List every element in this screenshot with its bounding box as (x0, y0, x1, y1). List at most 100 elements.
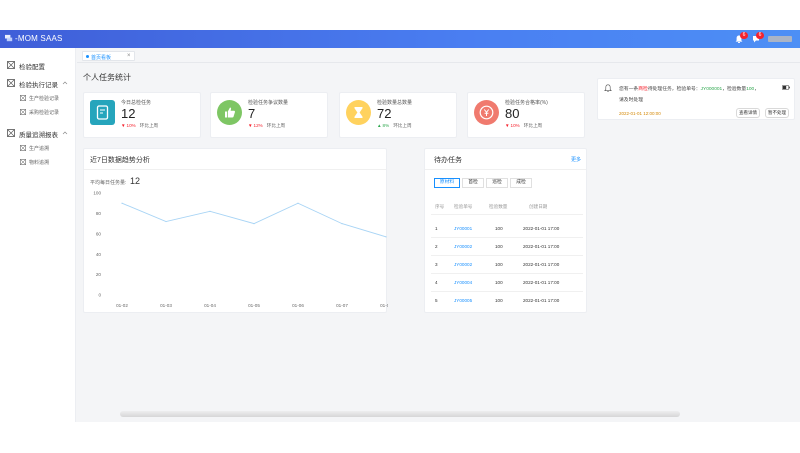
sidebar: 检验配置 检验执行记录 生产检验记录 采购检验记录 质量追溯报表 生产追溯 物料… (0, 48, 76, 422)
tab-final-inspection[interactable]: 成检 (510, 178, 532, 188)
y-tick-label: 60 (96, 231, 102, 236)
row-date: 2022-01-01 17:00 (523, 262, 560, 267)
trend-down-icon: ▼ (248, 123, 253, 128)
row-no: 5 (435, 298, 438, 303)
notice-highlight: 商检 (638, 87, 648, 92)
x-tick-label: 01-08 (380, 303, 388, 308)
chevron-up-icon (62, 131, 68, 135)
more-link[interactable]: 更多 (571, 156, 581, 163)
sidebar-item-label: 物料追溯 (29, 160, 50, 166)
data-point[interactable] (209, 210, 211, 212)
sidebar-group-inspection-config[interactable]: 检验配置 (0, 58, 76, 72)
data-point[interactable] (253, 223, 255, 225)
y-tick-label: 20 (96, 272, 102, 277)
table-row[interactable]: 3 JY00002 100 2022-01-01 17:00 (431, 257, 583, 274)
column-header: 检验数量 (489, 204, 508, 209)
row-order-link[interactable]: JY00004 (454, 280, 472, 285)
hourglass-icon (346, 100, 371, 125)
ignore-button[interactable]: 暂不处理 (765, 108, 789, 118)
row-order-link[interactable]: JY00002 (454, 262, 472, 267)
trend-compare: 环比上周 (139, 123, 159, 128)
notice-text: ， (754, 87, 760, 92)
x-tick-label: 01-05 (248, 303, 260, 308)
sidebar-group-execution-records[interactable]: 检验执行记录 (0, 76, 76, 90)
stat-value: 72 (377, 106, 392, 121)
data-point[interactable] (297, 202, 299, 204)
grid-icon (7, 129, 15, 137)
logo-icon (5, 34, 13, 42)
data-point[interactable] (385, 236, 387, 238)
table-row[interactable]: 1 JY00001 100 2022-01-01 17:00 (431, 221, 583, 238)
grid-icon (20, 95, 26, 101)
sidebar-item-label: 生产检验记录 (29, 96, 60, 102)
top-header: -MOM SAAS 6 6 (0, 30, 800, 48)
todo-title: 待办任务 (434, 157, 462, 164)
chevron-up-icon (62, 81, 68, 85)
frame-bottom (0, 422, 800, 453)
row-order-link[interactable]: JY00001 (454, 226, 472, 231)
trend-up-icon: ▲ (377, 123, 382, 128)
grid-icon (7, 79, 15, 87)
y-tick-label: 100 (93, 191, 101, 196)
tab-home[interactable]: 首页看板 × (82, 51, 135, 61)
notification-badge: 6 (740, 32, 748, 39)
user-menu[interactable] (768, 36, 792, 42)
sidebar-item-production-records[interactable]: 生产检验记录 (0, 92, 76, 104)
x-tick-label: 01-06 (292, 303, 304, 308)
stat-card-pass-rate: 检验任务合格率(%) 80 ▼10% 环比上周 (467, 92, 585, 138)
notification-hint: 请及时处理 (619, 98, 643, 103)
table-row[interactable]: 5 JY00005 100 2022-01-01 17:00 (431, 293, 583, 310)
sidebar-item-label: 采购检验记录 (29, 110, 60, 116)
sidebar-item-purchase-records[interactable]: 采购检验记录 (0, 106, 76, 118)
trend-compare: 环比上周 (266, 123, 286, 128)
sidebar-group-quality-trace[interactable]: 质量追溯报表 (0, 126, 76, 140)
data-point[interactable] (165, 220, 167, 223)
grid-icon (20, 109, 26, 115)
row-order-link[interactable]: JY00002 (454, 244, 472, 249)
document-icon (90, 100, 115, 125)
grid-icon (7, 61, 15, 69)
yen-refresh-icon (474, 100, 499, 125)
line-chart: 0 20 40 60 80 100 01-02 01-03 01-04 01-05 01-06 01-… (93, 191, 388, 308)
sidebar-item-production-trace[interactable]: 生产追溯 (0, 142, 76, 154)
average-value: 12 (130, 176, 141, 186)
row-qty: 100 (495, 298, 503, 303)
stat-label: 检验任务争议数量 (248, 100, 289, 106)
chart-title: 近7日数据趋势分析 (90, 157, 150, 164)
tab-label: 首页看板 (91, 54, 112, 61)
notice-text: ，检验数量 (722, 87, 747, 92)
horizontal-scrollbar[interactable] (120, 411, 680, 417)
sidebar-item-material-trace[interactable]: 物料追溯 (0, 156, 76, 168)
row-order-link[interactable]: JY00005 (454, 298, 472, 303)
table-row[interactable]: 2 JY00002 100 2022-01-01 17:00 (431, 239, 583, 256)
screen: -MOM SAAS 6 6 检验配置 检验执行记录 生产检验记录 采购检验记录 … (0, 0, 800, 453)
row-no: 3 (435, 262, 438, 267)
trend-down-icon: ▼ (121, 123, 126, 128)
stat-label: 检验数量总数量 (377, 100, 413, 106)
stat-trend: ▼10% 环比上周 (505, 123, 542, 129)
data-point[interactable] (341, 223, 343, 225)
row-qty: 100 (495, 226, 503, 231)
view-details-button[interactable]: 查看详情 (736, 108, 760, 118)
stat-label: 检验任务合格率(%) (505, 100, 548, 106)
tab-raw-material[interactable]: 原材料 (434, 178, 460, 188)
table-row[interactable]: 4 JY00004 100 2022-01-01 17:00 (431, 275, 583, 292)
close-icon[interactable]: × (127, 53, 131, 59)
sidebar-group-label: 检验配置 (19, 64, 45, 71)
notice-order-no: JY000001 (700, 87, 723, 92)
tab-patrol-inspection[interactable]: 巡检 (486, 178, 508, 188)
data-point[interactable] (121, 202, 123, 204)
trend-percent: 10% (510, 123, 520, 128)
stat-value: 80 (505, 106, 520, 121)
series-line (121, 202, 387, 238)
sidebar-item-label: 生产追溯 (29, 146, 50, 152)
stat-trend: ▼12% 环比上周 (248, 123, 285, 129)
notice-text: 您有一条 (619, 87, 639, 92)
stat-value: 12 (121, 106, 136, 121)
grid-icon (20, 159, 26, 165)
x-tick-label: 01-02 (116, 303, 128, 308)
tab-first-inspection[interactable]: 首检 (462, 178, 484, 188)
notice-text: 待处理任务，检验单号： (647, 87, 701, 92)
y-tick-label: 40 (96, 252, 102, 257)
row-date: 2022-01-01 17:00 (523, 298, 560, 303)
